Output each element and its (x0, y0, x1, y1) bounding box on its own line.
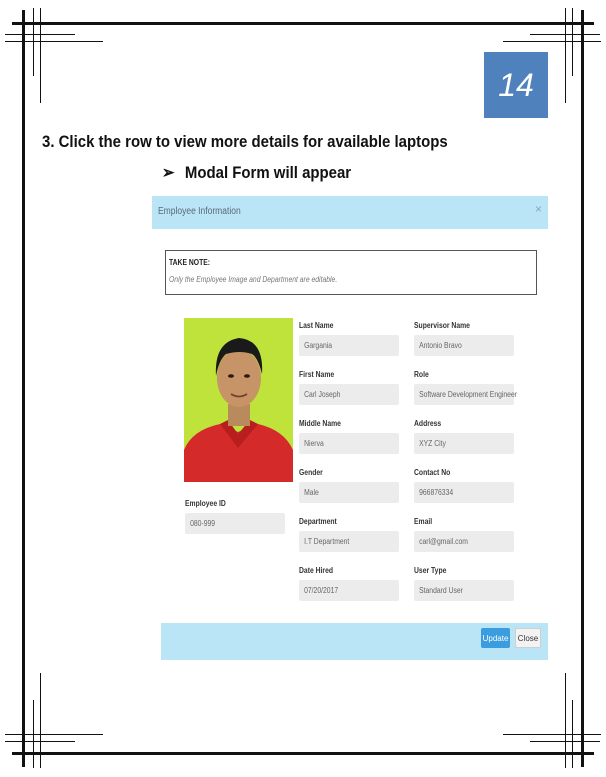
close-icon[interactable]: × (535, 202, 542, 216)
middle-name-value: Nierva (304, 439, 324, 448)
modal-title: Employee Information (158, 206, 241, 217)
user-type-label: User Type (414, 566, 447, 575)
employee-id-label: Employee ID (185, 499, 226, 508)
employee-photo[interactable] (184, 318, 293, 482)
date-hired-field: 07/20/2017 (299, 580, 399, 601)
role-field: Software Development Engineer (414, 384, 518, 405)
middle-name-field: Nierva (299, 433, 399, 454)
take-note-box: TAKE NOTE: Only the Employee Image and D… (165, 250, 537, 295)
employee-id-value: 080-999 (190, 519, 216, 528)
note-text: Only the Employee Image and Department a… (169, 275, 338, 284)
employee-id-field: 080-999 (185, 513, 285, 534)
address-label: Address (414, 419, 442, 428)
role-label: Role (414, 370, 429, 379)
employee-information-modal: Employee Information × TAKE NOTE: Only t… (152, 196, 548, 662)
address-value: XYZ City (419, 439, 446, 448)
sub-instruction: ➢ Modal Form will appear (162, 163, 351, 183)
contact-no-field: 966876334 (414, 482, 514, 503)
date-hired-value: 07/20/2017 (304, 586, 339, 595)
email-label: Email (414, 517, 433, 526)
contact-no-value: 966876334 (419, 488, 454, 497)
email-field: carl@gmail.com (414, 531, 514, 552)
supervisor-name-label: Supervisor Name (414, 321, 470, 330)
last-name-value: Gargania (304, 341, 333, 350)
date-hired-label: Date Hired (299, 566, 334, 575)
department-value: I.T Department (304, 537, 350, 546)
note-title: TAKE NOTE: (169, 258, 211, 267)
first-name-value: Carl Joseph (304, 390, 341, 399)
update-button[interactable]: Update (481, 628, 510, 648)
first-name-field: Carl Joseph (299, 384, 399, 405)
address-field: XYZ City (414, 433, 514, 454)
last-name-label: Last Name (299, 321, 334, 330)
close-button[interactable]: Close (515, 628, 541, 648)
sub-instruction-text: Modal Form will appear (184, 163, 352, 182)
department-label: Department (299, 517, 337, 526)
contact-no-label: Contact No (414, 468, 451, 477)
department-field[interactable]: I.T Department (299, 531, 399, 552)
page-number-badge: 14 (484, 52, 548, 118)
last-name-field: Gargania (299, 335, 399, 356)
user-type-value: Standard User (419, 586, 463, 595)
modal-header: Employee Information × (152, 196, 548, 229)
user-type-field: Standard User (414, 580, 514, 601)
middle-name-label: Middle Name (299, 419, 341, 428)
gender-label: Gender (299, 468, 323, 477)
first-name-label: First Name (299, 370, 335, 379)
arrow-bullet-icon: ➢ (162, 163, 175, 182)
supervisor-name-value: Antonio Bravo (419, 341, 462, 350)
role-value: Software Development Engineer (419, 390, 518, 399)
email-value: carl@gmail.com (419, 537, 468, 546)
gender-value: Male (304, 488, 319, 497)
supervisor-name-field: Antonio Bravo (414, 335, 514, 356)
instruction-text: 3. Click the row to view more details fo… (42, 132, 448, 151)
gender-field: Male (299, 482, 399, 503)
